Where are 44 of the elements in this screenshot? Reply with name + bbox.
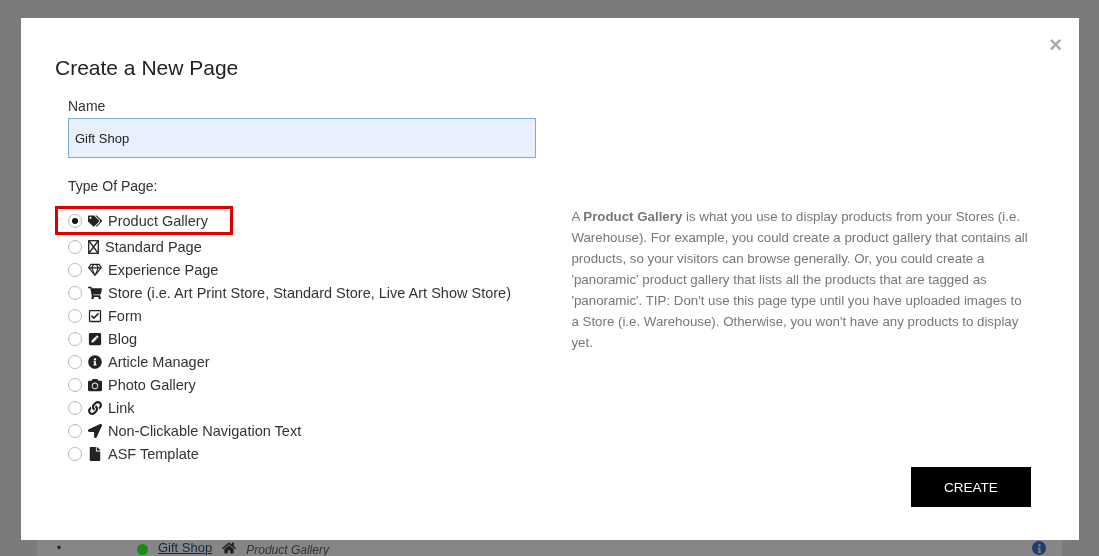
home-icon bbox=[222, 541, 237, 555]
pen-icon bbox=[88, 331, 102, 346]
tags-icon bbox=[88, 213, 102, 228]
camera-icon bbox=[88, 377, 102, 392]
name-field[interactable]: Gift Shop bbox=[68, 118, 536, 158]
dialog-title: Create a New Page bbox=[55, 56, 240, 80]
radio-button[interactable] bbox=[68, 308, 82, 323]
radio-button[interactable] bbox=[68, 354, 82, 369]
option-label: Store (i.e. Art Print Store, Standard Store, Live Art Show Store) bbox=[108, 284, 511, 301]
option-label: Link bbox=[108, 399, 135, 416]
radio-button[interactable] bbox=[68, 331, 82, 346]
radio-button[interactable] bbox=[68, 400, 82, 415]
radio-button[interactable] bbox=[68, 377, 82, 392]
option-label: Form bbox=[108, 307, 142, 324]
field-label: Type Of Page: bbox=[68, 178, 159, 194]
radio-button[interactable] bbox=[68, 213, 82, 228]
field-label: Name bbox=[68, 98, 107, 114]
page-type-text: Product Gallery bbox=[246, 543, 329, 556]
gem-icon bbox=[88, 262, 102, 277]
radio-button[interactable] bbox=[68, 446, 82, 461]
option-label: ASF Template bbox=[108, 445, 199, 462]
info-icon[interactable] bbox=[1032, 541, 1046, 555]
cart-icon bbox=[88, 285, 102, 300]
info-icon bbox=[88, 354, 102, 369]
radio-button[interactable] bbox=[68, 285, 82, 300]
checkbox-icon bbox=[88, 308, 102, 323]
link-icon bbox=[88, 400, 102, 415]
bullet: • bbox=[57, 541, 63, 555]
option-label: Standard Page bbox=[105, 238, 202, 255]
radio-button[interactable] bbox=[68, 239, 82, 254]
option-label: Non-Clickable Navigation Text bbox=[108, 422, 302, 439]
create-button[interactable]: CREATE bbox=[911, 467, 1031, 507]
type-description: A Product Gallery is what you use to display products from your Stores (i.e. Warehouse). For example, you could create a product gallery that contains all products, so your visitors can browse generally. Or, you could create a 'panoramic' product gallery that lists all the products that are tagged as 'panoramic'. TIP: Don't use this page type until you have uploaded images to a Store (i.e. Warehouse). Otherwise, you won't have any products to display yet. bbox=[571, 208, 1029, 352]
page-link[interactable]: Gift Shop bbox=[158, 541, 213, 555]
hourglass-icon bbox=[88, 239, 99, 254]
option-label: Article Manager bbox=[108, 353, 210, 370]
radio-button[interactable] bbox=[68, 262, 82, 277]
option-label: Product Gallery bbox=[108, 212, 208, 229]
option-label: Blog bbox=[108, 330, 138, 347]
radio-button[interactable] bbox=[68, 423, 82, 438]
file-icon bbox=[88, 446, 102, 461]
option-label: Photo Gallery bbox=[108, 376, 196, 393]
option-label: Experience Page bbox=[108, 261, 219, 278]
location-arrow-icon bbox=[88, 423, 102, 438]
